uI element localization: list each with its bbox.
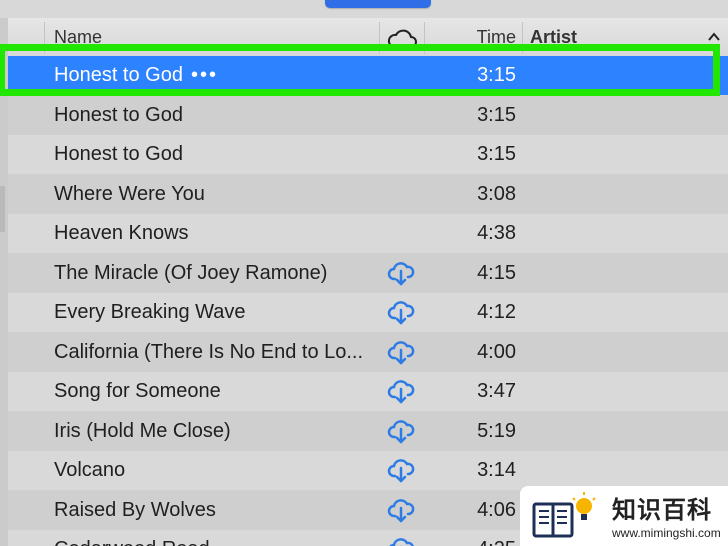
song-name: Where Were You — [54, 175, 369, 213]
book-lightbulb-logo-icon — [528, 490, 608, 542]
song-time: 3:15 — [477, 103, 516, 126]
column-separator — [424, 22, 425, 54]
song-time: 3:14 — [477, 459, 516, 481]
cloud-download-icon[interactable] — [387, 535, 415, 546]
song-row[interactable]: Honest to God 3:15 — [8, 95, 728, 135]
column-separator — [379, 22, 380, 54]
more-options-button[interactable]: ••• — [191, 64, 218, 86]
song-time: 4:06 — [477, 498, 516, 521]
cloud-download-icon[interactable] — [387, 496, 415, 524]
song-time: 4:15 — [477, 261, 516, 284]
song-row[interactable]: Volcano 3:14 — [8, 451, 728, 491]
cloud-icon[interactable] — [386, 26, 418, 50]
song-row[interactable]: Iris (Hold Me Close) 5:19 — [8, 411, 728, 451]
column-separator — [44, 22, 45, 54]
song-name-text: Song for Someone — [54, 380, 221, 402]
song-name-text: The Miracle (Of Joey Ramone) — [54, 261, 328, 284]
song-time: 4:25 — [448, 530, 516, 546]
song-name: The Miracle (Of Joey Ramone) — [54, 254, 369, 292]
chevron-up-icon[interactable] — [706, 18, 722, 56]
song-name-text: Where Were You — [54, 182, 205, 205]
song-name-text: Honest to God — [54, 103, 183, 126]
song-time: 3:15 — [477, 143, 516, 165]
song-time: 5:19 — [477, 419, 516, 442]
watermark: 知识百科 www.mimingshi.com — [520, 486, 728, 546]
song-name-text: Honest to God — [54, 143, 183, 165]
cloud-download-icon[interactable] — [387, 377, 415, 405]
song-row[interactable]: Heaven Knows 4:38 — [8, 214, 728, 254]
top-tab-button[interactable] — [325, 0, 431, 8]
column-header-artist[interactable]: Artist — [530, 18, 577, 56]
song-name-text: Honest to God — [54, 64, 183, 86]
song-name: Song for Someone — [54, 372, 369, 410]
song-name-text: Volcano — [54, 459, 126, 481]
song-name-text: Cedarwood Road — [54, 538, 210, 546]
cloud-download-icon[interactable] — [387, 298, 415, 326]
song-time: 4:12 — [477, 301, 516, 323]
column-separator — [522, 22, 523, 54]
watermark-site: www.mimingshi.com — [612, 526, 721, 540]
cloud-download-icon[interactable] — [387, 338, 415, 366]
song-name: Honest to God ••• — [54, 56, 369, 94]
song-list: Honest to God ••• 3:15 Honest to God 3:15 Hon… — [8, 56, 728, 546]
song-name: Cedarwood Road — [54, 530, 369, 546]
song-name-text: Every Breaking Wave — [54, 301, 246, 323]
song-name: Every Breaking Wave — [54, 293, 369, 331]
song-name-text: Iris (Hold Me Close) — [54, 419, 231, 442]
watermark-brand: 知识百科 — [612, 496, 712, 524]
song-row[interactable]: Where Were You 3:08 — [8, 174, 728, 214]
song-name-text: California (There Is No End to Lo... — [54, 340, 364, 363]
cloud-download-icon[interactable] — [387, 259, 415, 287]
song-row[interactable]: California (There Is No End to Lo... 4:00 — [8, 332, 728, 372]
song-time: 3:15 — [477, 64, 516, 86]
column-header: Name Time Artist — [8, 18, 728, 57]
song-name: Iris (Hold Me Close) — [54, 412, 369, 450]
song-row[interactable]: The Miracle (Of Joey Ramone) 4:15 — [8, 253, 728, 293]
song-name-text: Raised By Wolves — [54, 498, 216, 521]
song-name: Volcano — [54, 451, 369, 489]
song-row[interactable]: Song for Someone 3:47 — [8, 372, 728, 412]
column-header-name[interactable]: Name — [54, 18, 102, 56]
song-name: California (There Is No End to Lo... — [54, 333, 369, 371]
song-time: 3:47 — [477, 380, 516, 402]
sidebar-resize-grip[interactable] — [0, 186, 5, 232]
song-name: Raised By Wolves — [54, 491, 369, 529]
song-row[interactable]: Every Breaking Wave 4:12 — [8, 293, 728, 333]
song-time: 4:38 — [477, 222, 516, 244]
column-header-time[interactable]: Time — [448, 18, 516, 56]
song-row[interactable]: Honest to God 3:15 — [8, 135, 728, 175]
cloud-download-icon[interactable] — [387, 417, 415, 445]
song-time: 3:08 — [477, 182, 516, 205]
song-row-selected[interactable]: Honest to God ••• 3:15 — [8, 56, 728, 96]
song-name: Honest to God — [54, 135, 369, 173]
cloud-download-icon[interactable] — [387, 456, 415, 484]
song-name: Honest to God — [54, 96, 369, 134]
song-name: Heaven Knows — [54, 214, 369, 252]
song-name-text: Heaven Knows — [54, 222, 189, 244]
music-library-window: Name Time Artist Honest to God ••• 3:15 Hon… — [0, 0, 728, 546]
song-time: 4:00 — [477, 340, 516, 363]
